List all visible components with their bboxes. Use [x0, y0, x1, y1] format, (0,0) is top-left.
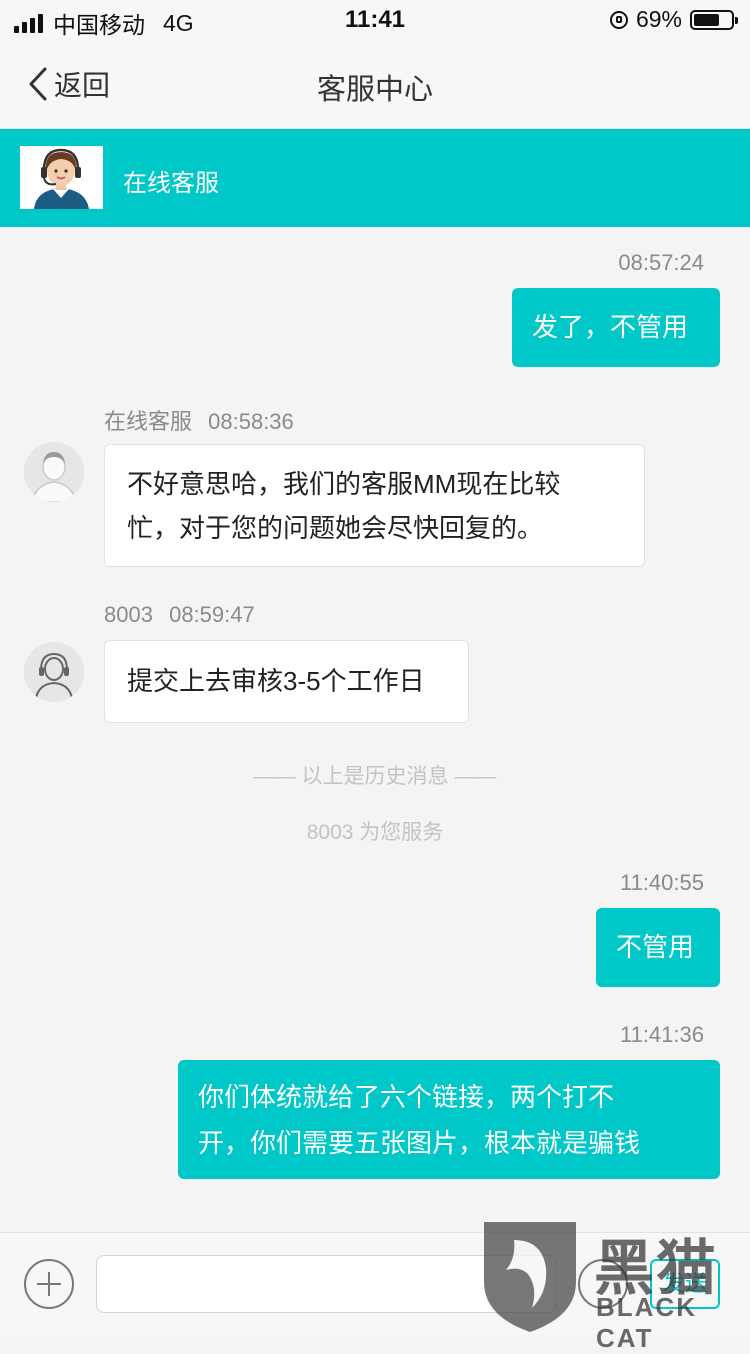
emoji-icon[interactable]: [578, 1259, 628, 1309]
message-timestamp: 08:58:36: [208, 409, 294, 434]
message-timestamp: 11:40:55: [619, 870, 704, 895]
agent-headset-icon: [24, 642, 84, 702]
input-bar: 发送: [0, 1232, 750, 1335]
service-note: 8003 为您服务: [306, 821, 444, 844]
user-silhouette-icon: [24, 442, 84, 502]
message-text: 发了，不管用: [532, 312, 689, 342]
battery-icon: [690, 9, 738, 30]
agent-headset-icon: [20, 146, 103, 209]
send-button[interactable]: 发送: [650, 1259, 720, 1309]
outgoing-message[interactable]: 发了，不管用: [512, 288, 720, 367]
plus-icon[interactable]: [24, 1259, 74, 1309]
message-timestamp: 11:41:36: [619, 1022, 704, 1047]
message-text: 不管用: [616, 932, 695, 962]
sender-name: 8003: [104, 602, 153, 627]
sender-name: 在线客服: [104, 409, 193, 434]
message-text: 提交上去审核3-5个工作日: [127, 666, 425, 696]
history-divider: —— 以上是历史消息 ——: [253, 765, 497, 788]
message-meta: 8003 08:59:47: [104, 602, 255, 628]
message-line: 你们体统就给了六个链接，两个打不: [198, 1082, 615, 1112]
message-meta: 在线客服 08:58:36: [104, 404, 294, 436]
message-line: 开，你们需要五张图片，根本就是骗钱: [198, 1128, 641, 1158]
message-timestamp: 08:59:47: [169, 602, 255, 627]
incoming-message[interactable]: 提交上去审核3-5个工作日: [104, 640, 469, 723]
outgoing-message[interactable]: 你们体统就给了六个链接，两个打不 开，你们需要五张图片，根本就是骗钱: [178, 1060, 720, 1179]
avatar[interactable]: [24, 442, 84, 502]
battery-percent: 69%: [635, 6, 682, 32]
status-bar: 中国移动 4G 11:41 69%: [0, 0, 750, 40]
outgoing-message[interactable]: 不管用: [596, 908, 720, 987]
message-timestamp: 08:57:24: [618, 250, 704, 275]
message-line: 不好意思哈，我们的客服MM现在比较: [127, 469, 561, 499]
incoming-message[interactable]: 不好意思哈，我们的客服MM现在比较 忙，对于您的问题她会尽快回复的。: [104, 444, 645, 567]
banner-label: 在线客服: [123, 170, 219, 197]
service-banner[interactable]: 在线客服: [0, 129, 750, 227]
message-input[interactable]: [96, 1255, 556, 1313]
page-title: 客服中心: [316, 74, 433, 106]
message-line: 忙，对于您的问题她会尽快回复的。: [127, 513, 544, 543]
rotation-lock-icon: [609, 10, 628, 29]
nav-bar: 返回 客服中心: [0, 40, 750, 129]
avatar[interactable]: [24, 642, 84, 702]
status-right: 69%: [609, 6, 738, 33]
